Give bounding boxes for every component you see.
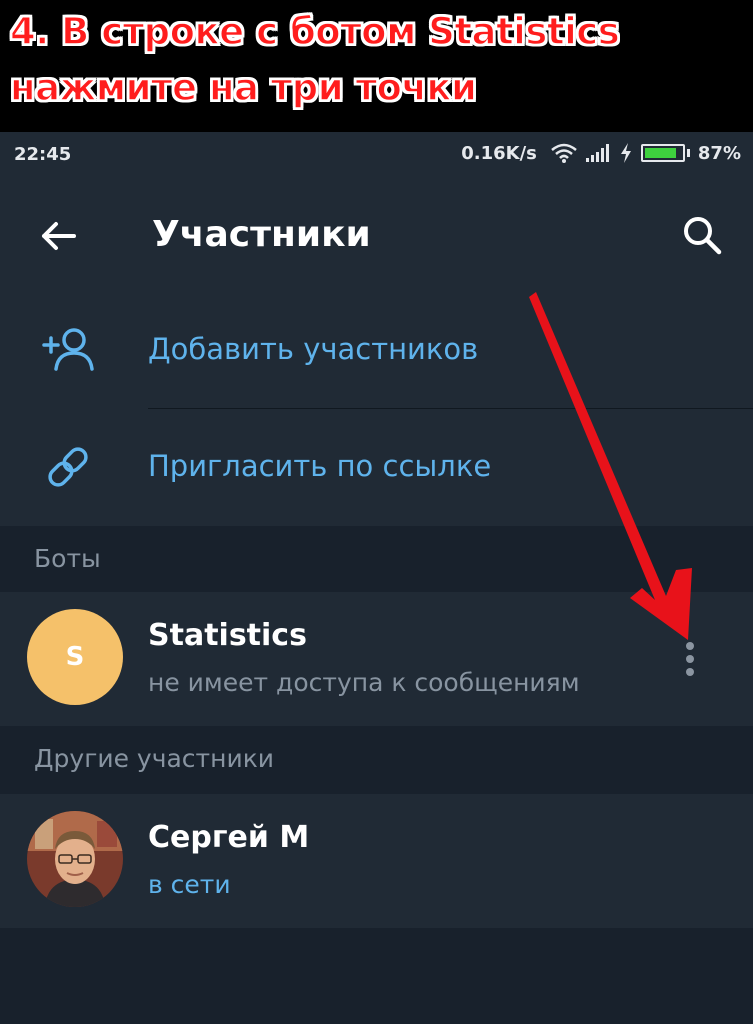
invite-link-button[interactable]: Пригласить по ссылке (0, 409, 753, 526)
page-title: Участники (152, 214, 371, 255)
member-name: Statistics (148, 618, 307, 653)
more-vertical-icon[interactable] (674, 638, 706, 680)
add-members-label: Добавить участников (148, 332, 479, 366)
member-name: Сергей М (148, 820, 310, 855)
dot (686, 655, 694, 663)
search-icon[interactable] (679, 212, 725, 258)
status-indicators: 0.16K/s 87% (461, 142, 741, 164)
actions-panel: Добавить участников Пригласить по ссылке (0, 292, 753, 526)
invite-link-label: Пригласить по ссылке (148, 449, 492, 483)
member-subtitle: не имеет доступа к сообщениям (148, 668, 580, 697)
section-title-others: Другие участники (34, 744, 275, 773)
link-icon (48, 447, 88, 487)
instruction-line-1: 4. В строке с ботом Statistics (9, 9, 620, 54)
wifi-icon (551, 143, 577, 163)
battery-level-fill (644, 148, 677, 158)
instruction-banner: 4. В строке с ботом Statistics нажмите н… (0, 0, 753, 132)
add-user-icon (42, 328, 94, 371)
avatar-letter: S (27, 609, 123, 705)
member-status: в сети (148, 870, 231, 899)
network-speed: 0.16K/s (461, 142, 537, 164)
section-header-others: Другие участники (0, 726, 753, 792)
instruction-line-2: нажмите на три точки (9, 65, 477, 110)
section-header-bots: Боты (0, 526, 753, 592)
status-bar: 22:45 0.16K/s 87% (0, 132, 753, 180)
status-time: 22:45 (14, 144, 72, 165)
signal-icon (585, 144, 609, 162)
avatar: S (27, 609, 123, 705)
dot (686, 668, 694, 676)
add-members-button[interactable]: Добавить участников (0, 292, 753, 409)
section-title-bots: Боты (34, 544, 101, 573)
charging-icon (620, 143, 631, 163)
avatar (27, 811, 123, 907)
member-row-sergey[interactable]: Сергей М в сети (0, 794, 753, 928)
app-header: Участники (0, 180, 753, 292)
dot (686, 642, 694, 650)
battery-percent: 87% (697, 142, 741, 164)
member-row-statistics[interactable]: S Statistics не имеет доступа к сообщени… (0, 592, 753, 726)
battery-icon (640, 144, 685, 162)
battery-tip (686, 149, 690, 157)
arrow-left-icon[interactable] (36, 214, 80, 258)
avatar-photo (27, 811, 123, 907)
